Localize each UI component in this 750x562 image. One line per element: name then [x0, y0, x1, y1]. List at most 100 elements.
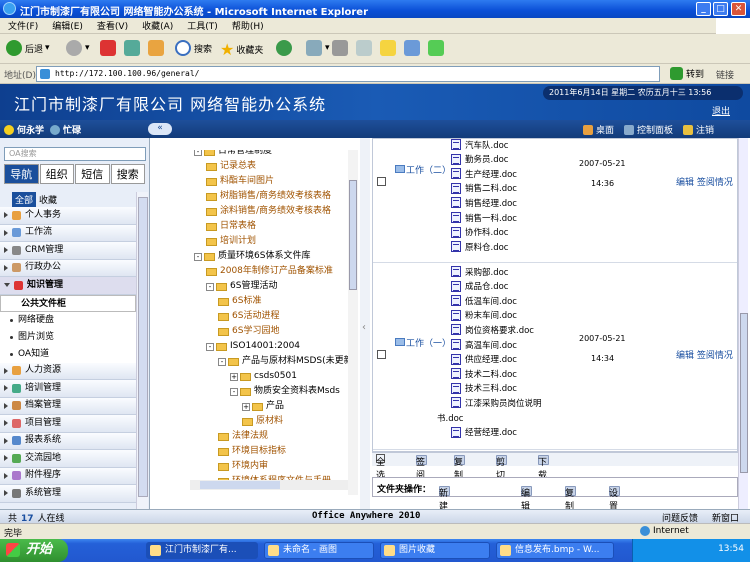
- file-item[interactable]: 供应经理.doc: [451, 352, 517, 367]
- menu-personal[interactable]: 个人事务: [0, 207, 136, 225]
- taskbar-item-pictures[interactable]: 图片收藏: [380, 542, 490, 559]
- taskbar-item-paint[interactable]: 未命名 - 画图: [264, 542, 374, 559]
- row-actions[interactable]: 编辑 签阅情况: [676, 175, 733, 188]
- menu-help[interactable]: 帮助(H): [232, 19, 264, 32]
- taskbar-item-ie[interactable]: 江门市制漆厂有...: [146, 542, 258, 559]
- minimize-button[interactable]: _: [696, 2, 711, 16]
- menu-system[interactable]: 系统管理: [0, 485, 136, 503]
- left-scrollbar[interactable]: [136, 192, 148, 509]
- tree-node[interactable]: - 质量环境6S体系文件库: [194, 249, 310, 264]
- tree-node[interactable]: 6S学习园地: [218, 324, 279, 339]
- scroll-thumb[interactable]: [349, 180, 357, 290]
- menu-workflow[interactable]: 工作流: [0, 224, 136, 242]
- tree-node[interactable]: 环境目标指标: [218, 444, 286, 459]
- home-button[interactable]: [148, 40, 167, 56]
- file-item[interactable]: 江漆采购员岗位说明: [451, 395, 542, 410]
- scroll-thumb[interactable]: [138, 197, 148, 497]
- stop-button[interactable]: [100, 40, 119, 56]
- tree-node[interactable]: + 产品: [242, 399, 284, 414]
- tree-node[interactable]: 料酯车间图片: [206, 174, 274, 189]
- tree-node[interactable]: 树脂销售/商务绩效考核表格: [206, 189, 331, 204]
- maximize-button[interactable]: □: [713, 2, 728, 16]
- file-item[interactable]: 原料仓.doc: [451, 239, 508, 254]
- expand-icon[interactable]: +: [242, 402, 250, 411]
- content-scrollbar[interactable]: [738, 138, 748, 509]
- tree-node[interactable]: - ISO14001:2004: [206, 339, 300, 354]
- file-item[interactable]: 勤务员.doc: [451, 152, 508, 167]
- links-button[interactable]: 链接: [716, 68, 734, 81]
- subtab-all[interactable]: 全部: [12, 192, 37, 207]
- row-actions[interactable]: 编辑 签阅情况: [676, 348, 733, 361]
- file-item[interactable]: 销售一科.doc: [451, 210, 517, 225]
- row-checkbox[interactable]: [377, 177, 386, 186]
- tab-navigation[interactable]: 导航: [4, 164, 39, 184]
- back-button[interactable]: 后退 ▾: [6, 40, 50, 56]
- tree-scrollbar[interactable]: [348, 150, 358, 495]
- collapse-icon[interactable]: -: [194, 150, 202, 156]
- file-item[interactable]: 技术三科.doc: [451, 381, 517, 396]
- taskbar-item-bmp[interactable]: 信息发布.bmp - W...: [496, 542, 614, 559]
- expand-icon[interactable]: +: [230, 372, 238, 381]
- tree-node[interactable]: - 6S管理活动: [206, 279, 277, 294]
- oa-search-input[interactable]: OA搜索: [4, 147, 146, 161]
- folder-name-link[interactable]: 工作（二）: [395, 165, 451, 177]
- collapse-sidebar-button[interactable]: «: [148, 123, 172, 135]
- tree-node[interactable]: - 物质安全资料表Msds: [230, 384, 340, 399]
- tree-node[interactable]: 2008年制修订产品备案标准: [206, 264, 333, 279]
- file-item[interactable]: 协作科.doc: [451, 225, 508, 240]
- menu-training[interactable]: 培训管理: [0, 380, 136, 398]
- panel-splitter[interactable]: ‹: [360, 138, 370, 509]
- tree-node[interactable]: 日常表格: [206, 219, 256, 234]
- tree-node[interactable]: 6S活动进程: [218, 309, 279, 324]
- sub-image-browse[interactable]: 图片浏览: [0, 328, 136, 346]
- control-panel-link[interactable]: 控制面板: [624, 123, 673, 136]
- menu-tools[interactable]: 工具(T): [187, 19, 218, 32]
- print-button[interactable]: [332, 40, 351, 56]
- file-item[interactable]: 生产经理.doc: [451, 166, 517, 181]
- search-button[interactable]: 搜索: [175, 40, 212, 56]
- file-item[interactable]: 经营经理.doc: [451, 425, 517, 440]
- tree-node[interactable]: 记录总表: [206, 159, 256, 174]
- collapse-icon[interactable]: -: [194, 252, 202, 261]
- select-all-button[interactable]: 全选: [376, 454, 388, 481]
- menu-hr[interactable]: 人力资源: [0, 362, 136, 380]
- menu-forum[interactable]: 交流园地: [0, 450, 136, 468]
- row-checkbox[interactable]: [377, 350, 386, 359]
- tree-node[interactable]: + csds0501: [230, 369, 297, 384]
- start-button[interactable]: 开始: [0, 539, 68, 562]
- menu-attachment[interactable]: 附件程序: [0, 467, 136, 485]
- file-item[interactable]: 汽车队.doc: [451, 139, 508, 152]
- desktop-link[interactable]: 桌面: [583, 123, 614, 136]
- sub-public-cabinet[interactable]: 公共文件柜: [0, 294, 136, 312]
- discuss-button[interactable]: [380, 40, 399, 56]
- tree-node[interactable]: - 产品与原材料MSDS(未更新: [218, 354, 348, 369]
- collapse-icon[interactable]: -: [206, 282, 214, 291]
- menu-crm[interactable]: CRM管理: [0, 242, 136, 260]
- scroll-thumb[interactable]: [740, 313, 748, 473]
- collapse-icon[interactable]: -: [230, 387, 238, 396]
- tab-sms[interactable]: 短信: [75, 164, 110, 184]
- tree-node[interactable]: 6S标准: [218, 294, 261, 309]
- menu-archive[interactable]: 档案管理: [0, 397, 136, 415]
- tree-node[interactable]: 环境内审: [218, 459, 268, 474]
- go-button[interactable]: 转到: [670, 67, 704, 80]
- collapse-icon[interactable]: -: [206, 342, 214, 351]
- menu-knowledge[interactable]: 知识管理: [0, 277, 136, 295]
- tree-node[interactable]: 法律法规: [218, 429, 268, 444]
- tree-h-scrollbar[interactable]: [190, 480, 348, 490]
- menu-view[interactable]: 查看(V): [97, 19, 128, 32]
- file-item[interactable]: 书.doc: [437, 410, 463, 425]
- menu-project[interactable]: 项目管理: [0, 415, 136, 433]
- menu-admin[interactable]: 行政办公: [0, 259, 136, 277]
- tab-search[interactable]: 搜索: [110, 164, 145, 184]
- file-item[interactable]: 技术二科.doc: [451, 366, 517, 381]
- forward-button[interactable]: ▾: [66, 40, 90, 56]
- edit-button[interactable]: [356, 40, 375, 56]
- tree-node[interactable]: 培训计划: [206, 234, 256, 249]
- tree-node[interactable]: 原材料: [242, 414, 283, 429]
- tree-node[interactable]: - 日常管理制度: [194, 150, 272, 159]
- menu-report[interactable]: 报表系统: [0, 432, 136, 450]
- tab-organization[interactable]: 组织: [39, 164, 74, 184]
- close-button[interactable]: ✕: [731, 2, 746, 16]
- history-button[interactable]: [276, 40, 295, 56]
